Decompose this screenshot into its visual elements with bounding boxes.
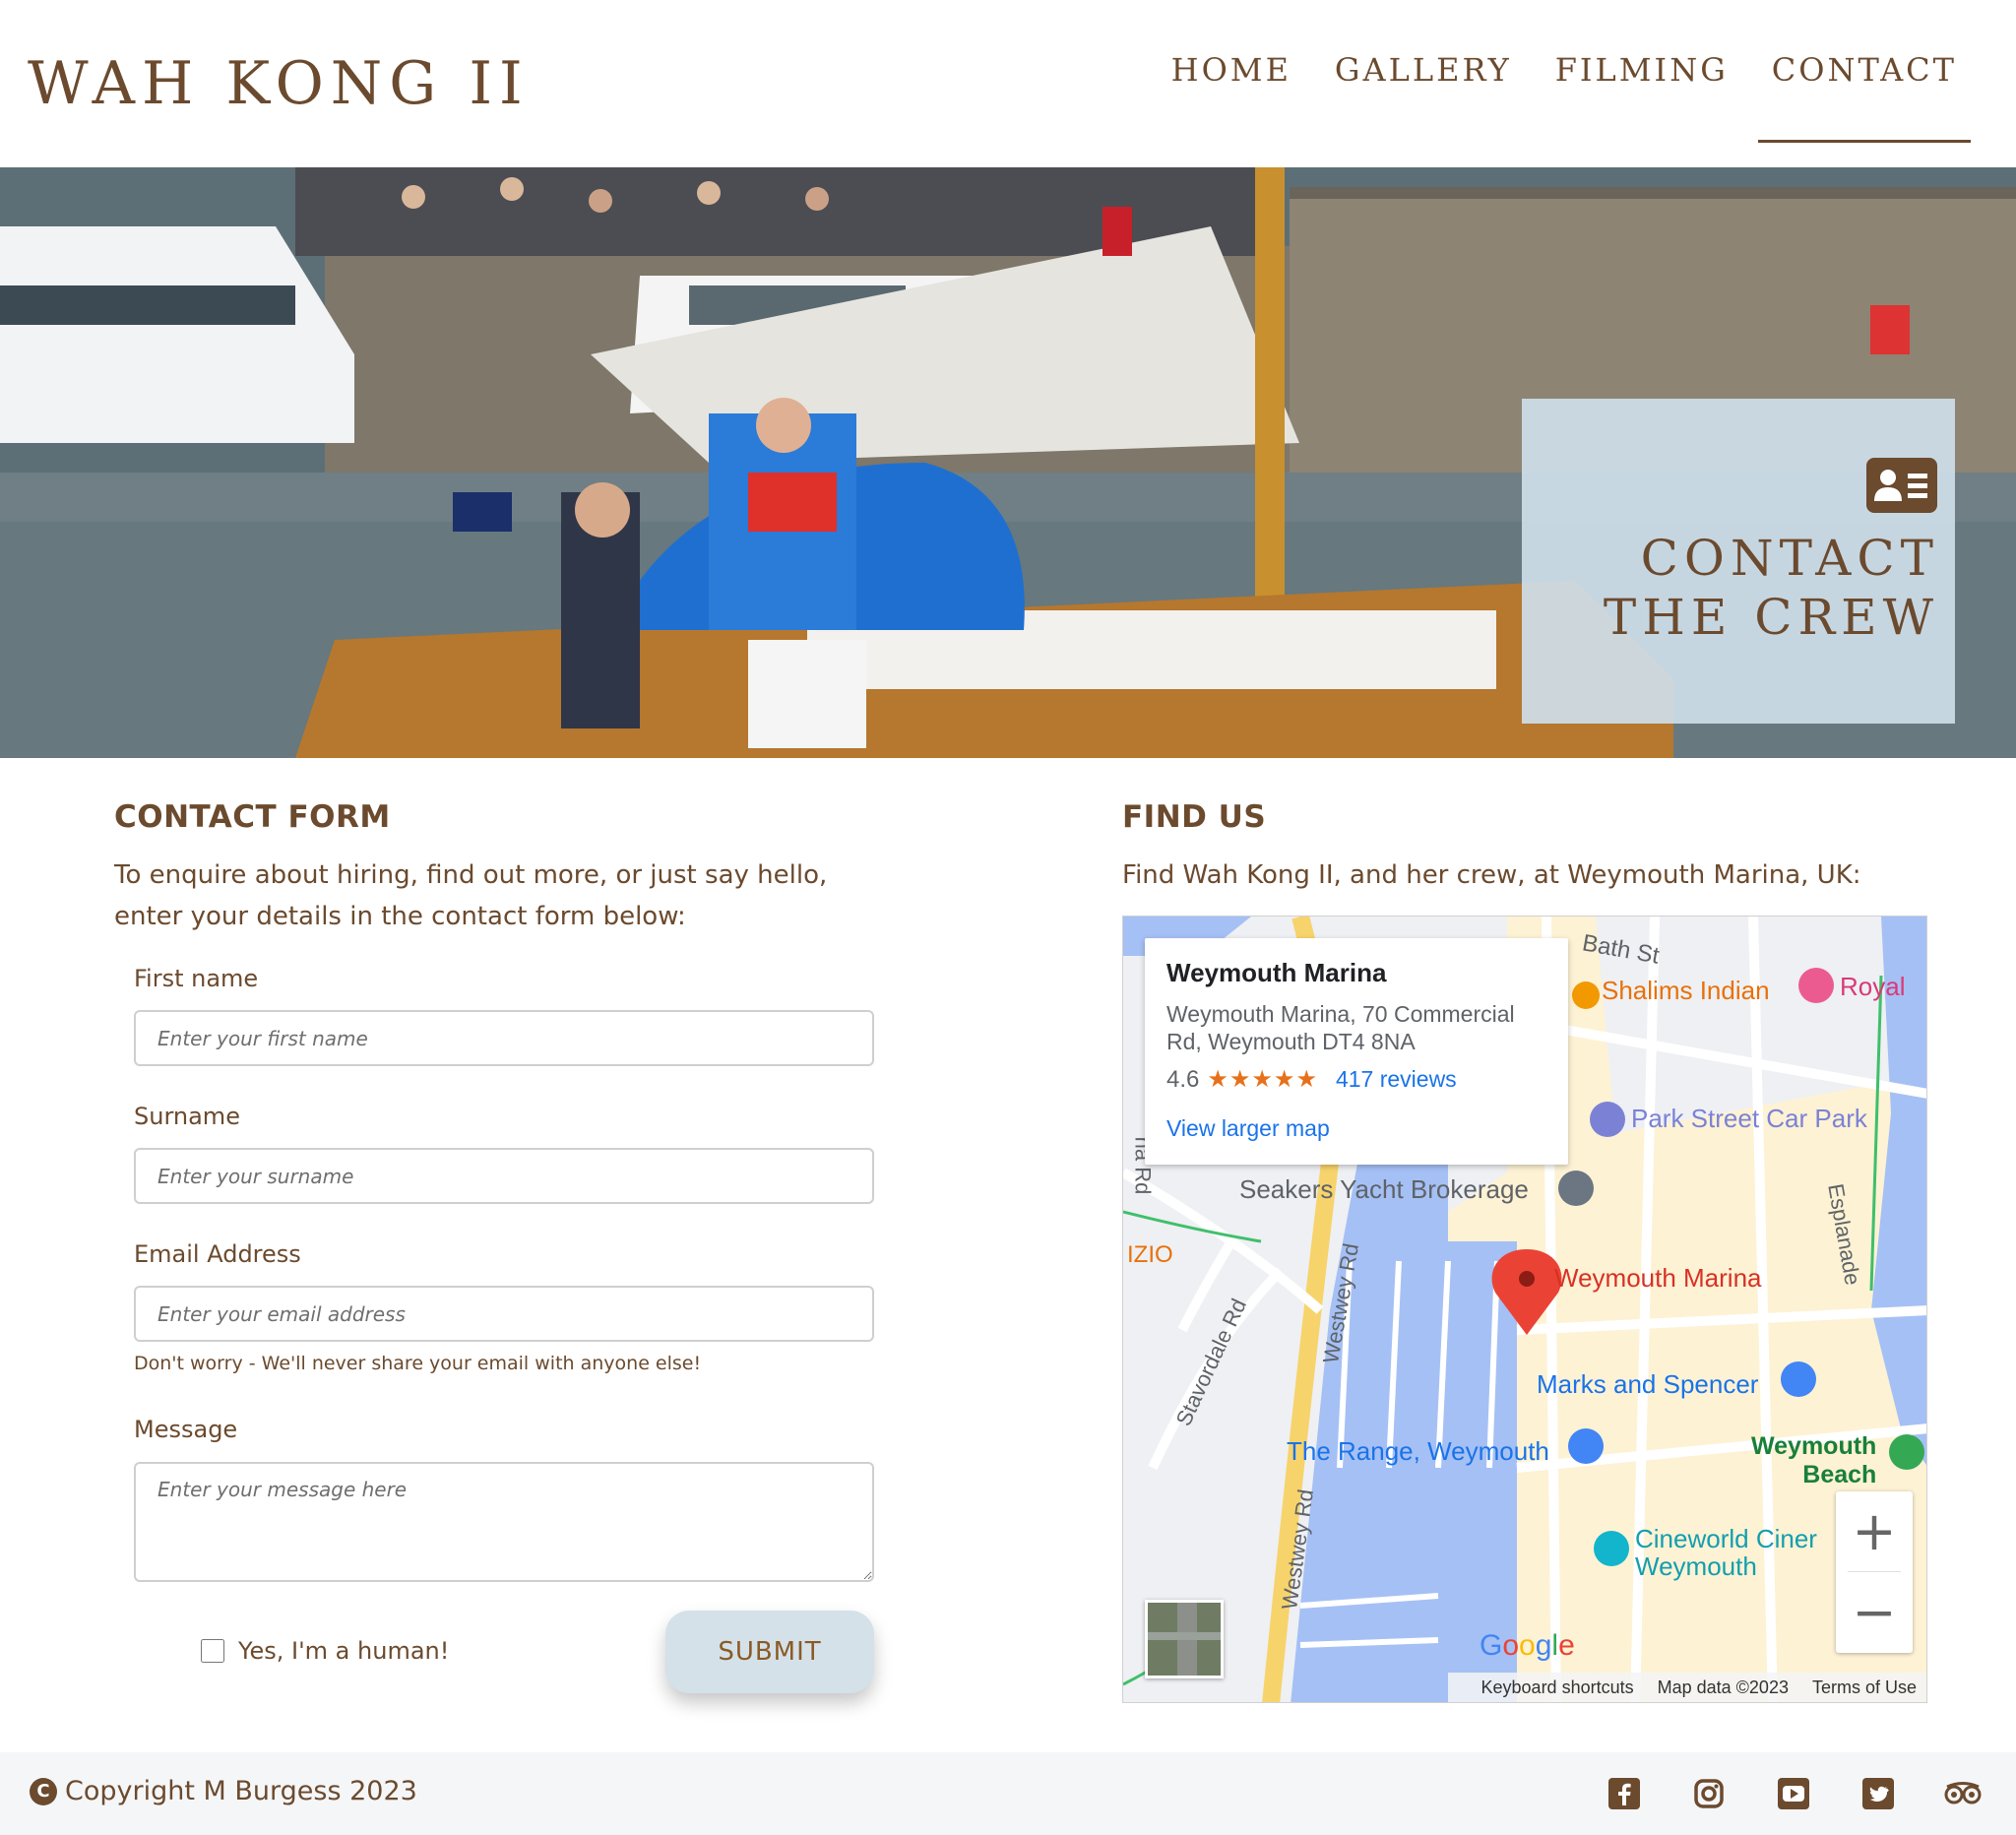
terms-of-use-link[interactable]: Terms of Use (1812, 1677, 1917, 1698)
social-links (1559, 1774, 1983, 1813)
nav-gallery[interactable]: GALLERY (1335, 51, 1512, 89)
instagram-icon[interactable] (1689, 1774, 1729, 1813)
map-label-weymouth-marina: Weymouth Marina (1554, 1263, 1762, 1293)
first-name-input[interactable] (134, 1010, 874, 1066)
view-larger-map-link[interactable]: View larger map (1166, 1115, 1330, 1142)
zoom-out-button[interactable]: − (1836, 1572, 1913, 1651)
twitter-icon[interactable] (1858, 1774, 1898, 1813)
message-textarea[interactable] (134, 1462, 874, 1582)
site-logo-title[interactable]: WAH KONG II (28, 49, 530, 118)
hero-title-panel: CONTACT THE CREW (1522, 399, 1955, 724)
email-label: Email Address (134, 1240, 301, 1268)
contact-form-intro: To enquire about hiring, find out more, … (114, 854, 827, 937)
map-label-cineworld: Cineworld Ciner Weymouth (1635, 1525, 1817, 1580)
map-label-cineworld-line-2: Weymouth (1635, 1551, 1757, 1581)
email-privacy-hint: Don't worry - We'll never share your ema… (134, 1353, 702, 1374)
submit-button[interactable]: SUBMIT (665, 1611, 874, 1693)
human-checkbox[interactable] (201, 1639, 224, 1663)
map-label-cineworld-line-1: Cineworld Ciner (1635, 1524, 1817, 1553)
surname-input[interactable] (134, 1148, 874, 1204)
place-name: Weymouth Marina (1166, 958, 1387, 987)
human-checkbox-label[interactable]: Yes, I'm a human! (238, 1637, 449, 1665)
find-us-heading: FIND US (1122, 799, 1267, 835)
youtube-icon[interactable] (1774, 1774, 1813, 1813)
nav-home[interactable]: HOME (1171, 51, 1292, 89)
facebook-icon[interactable] (1605, 1774, 1644, 1813)
first-name-label: First name (134, 965, 259, 992)
place-address: Weymouth Marina, 70 Commercial Rd, Weymo… (1166, 1001, 1515, 1054)
map-label-weymouth-beach-line-1: Weymouth (1751, 1432, 1877, 1460)
map-label-weymouth-beach: Weymouth Beach (1751, 1432, 1876, 1489)
email-input[interactable] (134, 1286, 874, 1342)
nav-contact[interactable]: CONTACT (1757, 51, 1972, 143)
hero-title-line-2: THE CREW (1603, 589, 1939, 646)
message-label: Message (134, 1416, 238, 1443)
find-us-intro: Find Wah Kong II, and her crew, at Weymo… (1122, 860, 1861, 890)
map-label-the-range: The Range, Weymouth (1287, 1436, 1549, 1466)
contact-intro-line-1: To enquire about hiring, find out more, … (114, 860, 828, 890)
copyright: C Copyright M Burgess 2023 (30, 1776, 417, 1806)
google-logo: Google (1480, 1629, 1575, 1662)
map-label-marks-spencer: Marks and Spencer (1537, 1369, 1759, 1399)
place-rating-row: 4.6 ★★★★★ 417 reviews (1166, 1065, 1546, 1094)
hero-title-line-1: CONTACT (1640, 530, 1939, 587)
hero-title: CONTACT THE CREW (1604, 529, 1939, 647)
map-label-weymouth-beach-line-2: Beach (1802, 1461, 1877, 1488)
map-label-seakers: Seakers Yacht Brokerage (1239, 1174, 1529, 1204)
hero-banner: CONTACT THE CREW (0, 167, 2016, 758)
copyright-icon: C (30, 1777, 57, 1805)
contact-intro-line-2: enter your details in the contact form b… (114, 902, 686, 931)
satellite-toggle[interactable] (1145, 1600, 1224, 1678)
site-footer: C Copyright M Burgess 2023 (0, 1752, 2016, 1835)
reviews-link[interactable]: 417 reviews (1336, 1066, 1457, 1093)
human-check-row: Yes, I'm a human! (201, 1637, 449, 1665)
place-rating: 4.6 (1166, 1065, 1200, 1093)
satellite-thumbnail-icon (1148, 1603, 1221, 1676)
tripadvisor-icon[interactable] (1943, 1774, 1983, 1813)
embedded-map[interactable]: Bath St Shalims Indian Royal Park Street… (1122, 916, 1927, 1703)
zoom-in-button[interactable]: + (1836, 1491, 1913, 1570)
keyboard-shortcuts-link[interactable]: Keyboard shortcuts (1481, 1677, 1634, 1698)
map-label-izio: IZIO (1127, 1241, 1173, 1268)
map-label-park-street: Park Street Car Park (1631, 1104, 1867, 1133)
site-header: WAH KONG II HOME GALLERY FILMING CONTACT (0, 0, 2016, 167)
contact-form-heading: CONTACT FORM (114, 799, 391, 835)
main-nav: HOME GALLERY FILMING CONTACT (1128, 51, 1972, 143)
nav-filming[interactable]: FILMING (1555, 51, 1729, 89)
map-attribution-bar: Keyboard shortcuts Map data ©2023 Terms … (1447, 1673, 1926, 1702)
map-place-card: Weymouth Marina Weymouth Marina, 70 Comm… (1145, 938, 1568, 1165)
rating-stars-icon: ★★★★★ (1207, 1066, 1318, 1093)
map-label-royal: Royal (1840, 972, 1906, 1001)
map-data-label: Map data ©2023 (1657, 1677, 1789, 1697)
map-label-shalims: Shalims Indian (1602, 976, 1770, 1005)
zoom-controls: + − (1836, 1491, 1913, 1653)
copyright-text: Copyright M Burgess 2023 (65, 1776, 417, 1806)
address-card-icon (1866, 458, 1937, 513)
surname-label: Surname (134, 1103, 240, 1130)
